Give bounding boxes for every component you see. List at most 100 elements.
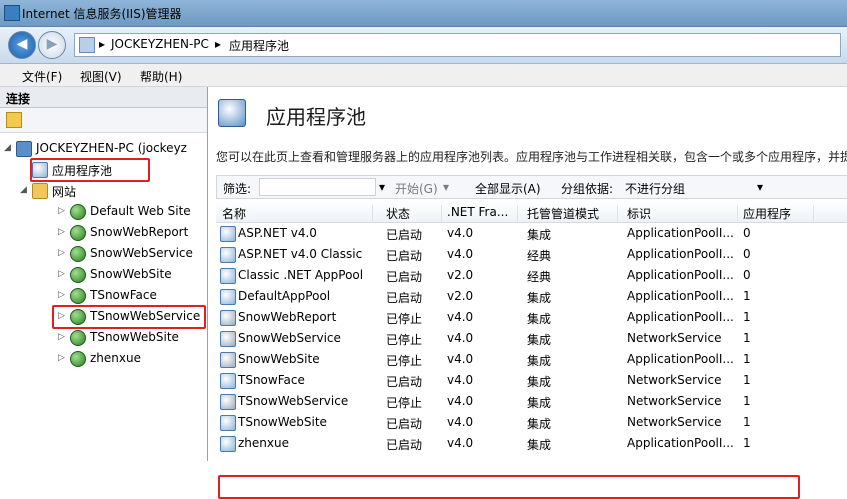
table-row[interactable]: SnowWebSite 已停止 v4.0 集成 ApplicationPoolI... 1 xyxy=(216,349,847,369)
table-cell: 1 xyxy=(743,373,751,387)
expand-icon[interactable]: ▷ xyxy=(58,248,65,258)
filter-input[interactable] xyxy=(259,178,376,196)
table-cell: v4.0 xyxy=(447,415,474,429)
table-cell: ApplicationPoolI... xyxy=(627,352,734,366)
table-row[interactable]: SnowWebReport 已停止 v4.0 集成 ApplicationPoolI..… xyxy=(216,307,847,327)
globe-icon xyxy=(70,225,86,241)
menu-view[interactable]: 视图(V) xyxy=(80,68,122,85)
address-bar-area: ◀ ▶ ▸ JOCKEYZHEN-PC ▸ 应用程序池 xyxy=(0,27,847,64)
table-cell: SnowWebReport xyxy=(238,310,337,324)
table-row[interactable]: TSnowFace 已启动 v4.0 集成 NetworkService 1 xyxy=(216,370,847,390)
column-header-identity[interactable]: 标识 xyxy=(627,205,738,221)
table-cell: v4.0 xyxy=(447,394,474,408)
table-cell: v4.0 xyxy=(447,331,474,345)
globe-icon xyxy=(70,246,86,262)
table-row[interactable]: ASP.NET v4.0 已启动 v4.0 集成 ApplicationPoolI...… xyxy=(216,223,847,243)
iis-app-icon xyxy=(4,5,20,21)
expand-icon[interactable]: ▷ xyxy=(58,290,65,300)
table-cell: Classic .NET AppPool xyxy=(238,268,364,282)
table-cell: ASP.NET v4.0 xyxy=(238,226,317,240)
app-pool-icon xyxy=(220,289,236,305)
filter-bar: 筛选: ▾ 开始(G) ▾ 全部显示(A) 分组依据: 不进行分组 ▾ xyxy=(216,175,847,199)
group-by-dropdown-icon[interactable]: ▾ xyxy=(757,180,763,194)
grid-header: 名称 状态 .NET Fra... 托管管道模式 标识 应用程序 xyxy=(216,201,847,223)
table-cell: TSnowFace xyxy=(238,373,305,387)
start-dropdown-icon[interactable]: ▾ xyxy=(443,180,449,194)
table-cell: 0 xyxy=(743,226,751,240)
collapse-icon[interactable]: ◢ xyxy=(20,185,27,195)
table-cell: 1 xyxy=(743,352,751,366)
globe-icon xyxy=(70,351,86,367)
connections-title: 连接 xyxy=(6,92,31,106)
table-row[interactable]: TSnowWebService 已停止 v4.0 集成 NetworkService 1 xyxy=(216,391,847,411)
menu-help[interactable]: 帮助(H) xyxy=(140,68,182,85)
app-pool-icon xyxy=(220,352,236,368)
table-cell: ApplicationPoolI... xyxy=(627,310,734,324)
table-cell: 集成 xyxy=(527,333,552,347)
home-icon[interactable] xyxy=(79,37,95,53)
table-row[interactable]: TSnowWebSite 已启动 v4.0 集成 NetworkService 1 xyxy=(216,412,847,432)
app-pool-icon xyxy=(220,373,236,389)
page-description: 您可以在此页上查看和管理服务器上的应用程序池列表。应用程序池与工作进程相关联，包… xyxy=(216,150,847,164)
forward-button[interactable]: ▶ xyxy=(38,31,66,59)
table-cell: NetworkService xyxy=(627,394,722,408)
table-cell: ASP.NET v4.0 Classic xyxy=(238,247,363,261)
table-cell: 集成 xyxy=(527,417,552,431)
table-cell: 1 xyxy=(743,415,751,429)
table-cell: 已停止 xyxy=(386,354,423,368)
table-cell: 0 xyxy=(743,268,751,282)
table-cell: ApplicationPoolI... xyxy=(627,289,734,303)
column-header-status[interactable]: 状态 xyxy=(386,205,442,221)
address-bar[interactable]: ▸ JOCKEYZHEN-PC ▸ 应用程序池 xyxy=(74,33,841,57)
page-title: 应用程序池 xyxy=(266,105,366,129)
expand-icon[interactable]: ▷ xyxy=(58,353,65,363)
table-cell: v4.0 xyxy=(447,373,474,387)
column-header-name[interactable]: 名称 xyxy=(222,205,373,221)
table-cell: DefaultAppPool xyxy=(238,289,331,303)
show-all-button[interactable]: 全部显示(A) xyxy=(475,180,541,197)
breadcrumb-sep-icon: ▸ xyxy=(99,37,106,51)
expand-icon[interactable]: ▷ xyxy=(58,311,65,321)
table-cell: ApplicationPoolI... xyxy=(627,226,734,240)
table-cell: 1 xyxy=(743,310,751,324)
app-pool-icon xyxy=(220,226,236,242)
back-button[interactable]: ◀ xyxy=(8,31,36,59)
column-header-pipeline[interactable]: 托管管道模式 xyxy=(527,205,618,221)
table-cell: v2.0 xyxy=(447,268,474,282)
table-cell: NetworkService xyxy=(627,331,722,345)
table-row[interactable]: SnowWebService 已停止 v4.0 集成 NetworkService 1 xyxy=(216,328,847,348)
globe-icon xyxy=(70,309,86,325)
table-cell: SnowWebSite xyxy=(238,352,320,366)
table-cell: ApplicationPoolI... xyxy=(627,247,734,261)
app-pool-icon xyxy=(220,331,236,347)
expand-icon[interactable]: ▷ xyxy=(58,269,65,279)
column-header-applications[interactable]: 应用程序 xyxy=(743,205,814,221)
expand-icon[interactable]: ▷ xyxy=(58,332,65,342)
table-row[interactable]: zhenxue 已启动 v4.0 集成 ApplicationPoolI... 1 xyxy=(216,433,847,453)
breadcrumb-server[interactable]: JOCKEYZHEN-PC xyxy=(111,37,209,51)
table-cell: SnowWebService xyxy=(238,331,341,345)
breadcrumb-app-pools[interactable]: 应用程序池 xyxy=(229,37,289,54)
table-cell: zhenxue xyxy=(238,436,289,450)
table-row[interactable]: DefaultAppPool 已启动 v2.0 集成 ApplicationPoolI.… xyxy=(216,286,847,306)
expand-icon[interactable]: ▷ xyxy=(58,227,65,237)
table-cell: 已启动 xyxy=(386,228,423,242)
expand-icon[interactable]: ▷ xyxy=(58,206,65,216)
group-by-select[interactable]: 不进行分组 xyxy=(625,180,685,197)
table-cell: 已启动 xyxy=(386,438,423,452)
menu-file[interactable]: 文件(F) xyxy=(22,68,62,85)
table-cell: 集成 xyxy=(527,438,552,452)
connect-icon[interactable] xyxy=(6,112,22,128)
filter-dropdown-icon[interactable]: ▾ xyxy=(379,180,385,194)
connections-header: 连接 xyxy=(0,87,207,108)
window-titlebar: Internet 信息服务(IIS)管理器 xyxy=(0,0,847,27)
column-header-net-version[interactable]: .NET Fra... xyxy=(447,205,518,221)
collapse-icon[interactable]: ◢ xyxy=(4,143,11,153)
table-cell: 0 xyxy=(743,247,751,261)
start-button[interactable]: 开始(G) xyxy=(395,180,438,197)
table-cell: 已启动 xyxy=(386,270,423,284)
table-row[interactable]: Classic .NET AppPool 已启动 v2.0 经典 Application… xyxy=(216,265,847,285)
table-row[interactable]: ASP.NET v4.0 Classic 已启动 v4.0 经典 Application… xyxy=(216,244,847,264)
table-cell: 1 xyxy=(743,289,751,303)
globe-icon xyxy=(70,288,86,304)
